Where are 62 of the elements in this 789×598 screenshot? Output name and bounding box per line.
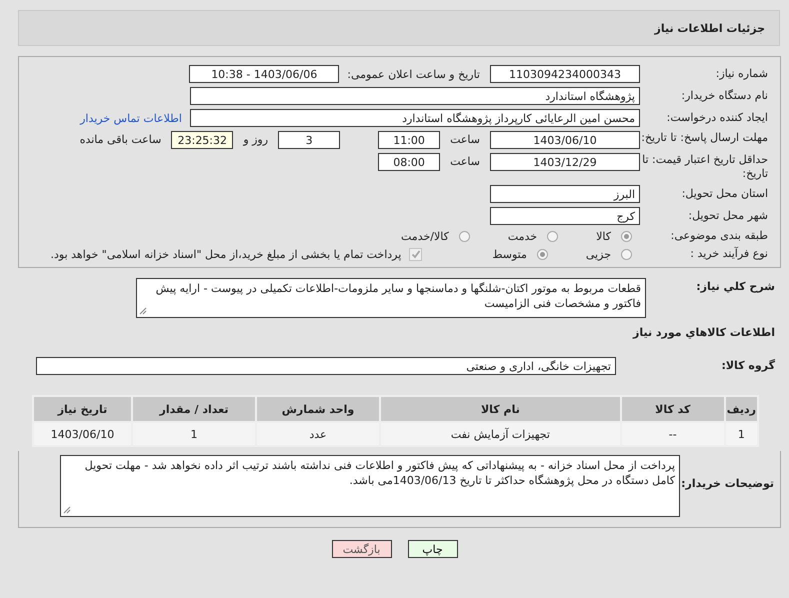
radio-button[interactable] [621, 248, 632, 260]
radio-label: کالا [596, 230, 611, 242]
announce-date-field[interactable]: 1403/06/06 - 10:38 [189, 65, 340, 83]
column-header: نام کالا [380, 396, 621, 422]
field-label: شهر محل تحویل: [687, 209, 769, 223]
remaining-time-field[interactable]: 23:25:32 [171, 131, 234, 149]
goods-group-field[interactable]: تجهیزات خانگی، اداری و صنعتی [36, 357, 616, 375]
column-header: تاریخ نیاز [33, 396, 132, 422]
radio-label: متوسط [492, 248, 527, 260]
column-header: کد کالا [620, 396, 725, 422]
table-cell: 1 [724, 422, 758, 446]
buyer-notes-label: توضیحات خریدار: [680, 476, 775, 492]
page-title: جزئیات اطلاعات نیاز [654, 22, 765, 34]
buyer-notes-textarea[interactable]: پرداخت از محل اسناد خزانه - به پیشنهاداتی که پیش فاکتور و اطلاعات فنی نداشته باشند ترتیب اثر داده نخواهد شد - مهلت تحویل کامل دستگاه در محل پژوهشگاه حداکثر تا تاریخ 1403/06/13می باشد. [60, 455, 680, 517]
column-header: واحد شمارش [256, 396, 380, 422]
table-cell: عدد [256, 422, 380, 446]
section-title: اطلاعات کالاهاي مورد نياز [632, 326, 776, 339]
resize-grip-icon[interactable] [63, 506, 71, 514]
remaining-label: ساعت باقی مانده [80, 132, 162, 148]
province-field[interactable]: البرز [490, 185, 640, 203]
field-label: نام دستگاه خریدار: [680, 89, 769, 103]
field-label: مهلت ارسال پاسخ: تا تاریخ: [640, 131, 769, 145]
time-label: ساعت [450, 154, 480, 170]
description-label: شرح کلي نياز: [695, 279, 776, 295]
buyer-contact-link[interactable]: اطلاعات تماس خریدار [80, 112, 182, 124]
need-number-field[interactable]: 1103094234000343 [490, 65, 640, 83]
goods-group-label: گروه کالا: [720, 358, 776, 374]
deadline-time-field[interactable]: 11:00 [378, 131, 440, 149]
validity-time-field[interactable]: 08:00 [378, 153, 440, 171]
radio-label: خدمت [508, 230, 538, 242]
field-label: نوع فرآیند خرید : [689, 247, 769, 261]
field-label: حداقل تاریخ اعتبار قیمت: تا تاریخ: [641, 153, 769, 181]
radio-button[interactable] [621, 230, 632, 242]
table-cell: -- [620, 422, 725, 446]
column-header: تعداد / مقدار [132, 396, 256, 422]
field-label: استان محل تحویل: [680, 187, 769, 201]
radio-button[interactable] [536, 248, 548, 260]
radio-button[interactable] [458, 230, 470, 242]
radio-label: جزیی [586, 248, 611, 260]
validity-date-field[interactable]: 1403/12/29 [490, 153, 640, 171]
field-label: تاریخ و ساعت اعلان عمومی: [347, 68, 480, 80]
action-button[interactable]: چاپ [408, 540, 458, 558]
days-field[interactable]: 3 [278, 131, 340, 149]
resize-grip-icon[interactable] [139, 307, 147, 315]
creator-field[interactable]: محسن امین الرعایائی کارپرداز پژوهشگاه استاندارد [190, 109, 640, 127]
field-label: ایجاد کننده درخواست: [666, 111, 769, 125]
field-label: شماره نیاز: [714, 67, 769, 81]
description-textarea[interactable]: قطعات مربوط به موتور اکتان-شلنگها و دماسنجها و سایر ملزومات-اطلاعات تکمیلی در پیوست - ارایه پیش فاکتور و مشخصات فنی الزامیست [136, 278, 646, 318]
radio-label: کالا/خدمت [401, 230, 449, 242]
days-label: روز و [243, 132, 268, 148]
time-label: ساعت [450, 132, 480, 148]
table-cell: 1 [132, 422, 256, 446]
action-button[interactable]: بازگشت [332, 540, 392, 558]
deadline-date-field[interactable]: 1403/06/10 [490, 131, 640, 149]
field-label: طبقه بندی موضوعی: [670, 229, 769, 243]
table-cell: 1403/06/10 [33, 422, 132, 446]
buyer-org-field[interactable]: پژوهشگاه استاندارد [190, 87, 640, 105]
checkbox-label: پرداخت تمام یا بخشی از مبلغ خرید،از محل "اسناد خزانه اسلامی" خواهد بود. [50, 248, 402, 260]
radio-button[interactable] [547, 230, 558, 242]
table-cell: تجهیزات آزمایش نفت [380, 422, 621, 446]
column-header: ردیف [724, 396, 758, 422]
city-field[interactable]: کرج [490, 207, 640, 225]
